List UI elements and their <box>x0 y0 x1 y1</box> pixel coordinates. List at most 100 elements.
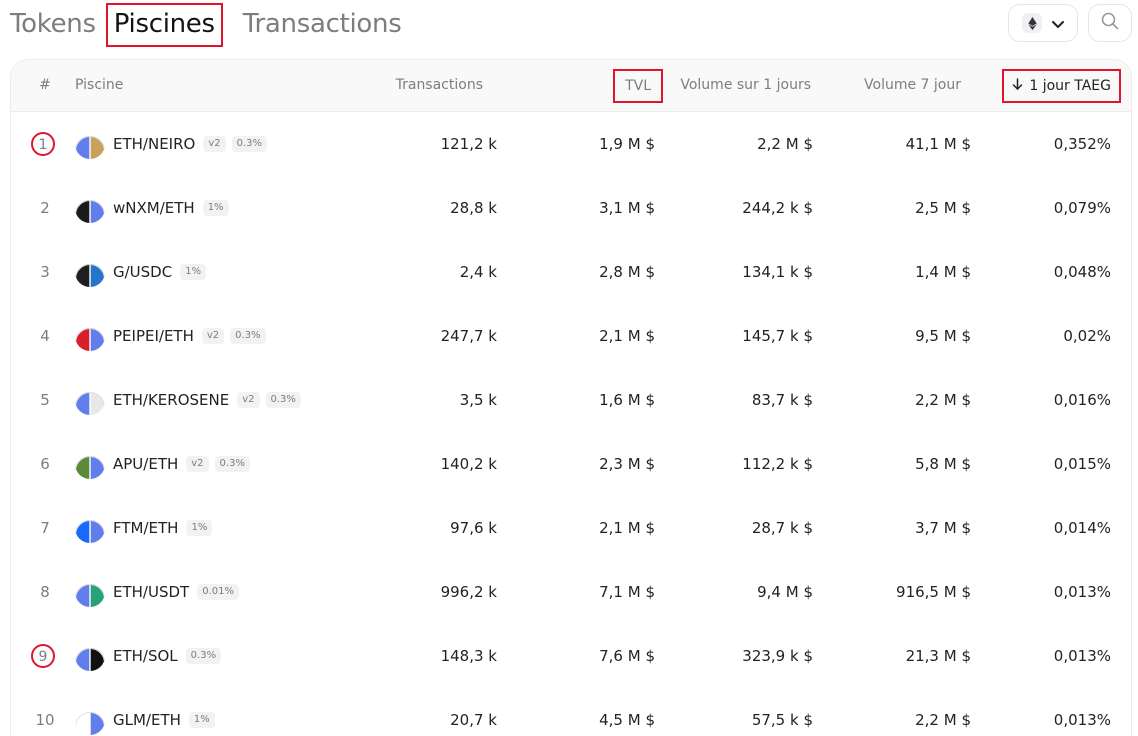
pool-pair-name[interactable]: GLM/ETH <box>113 688 181 736</box>
row-volume-7d: 5,8 M $ <box>915 455 971 473</box>
row-rank: 9 <box>31 644 55 668</box>
table-body: 1 ETH/NEIRO v2 0.3% 121,2 k 1,9 M $ 2,2 M $ 41,… <box>11 112 1131 736</box>
token-pair-icon <box>75 193 105 223</box>
row-volume-1d: 83,7 k $ <box>751 391 813 409</box>
row-volume-1d: 57,5 k $ <box>751 711 813 729</box>
pool-badge: 0.3% <box>231 136 268 152</box>
row-rank: 10 <box>35 711 55 729</box>
table-row[interactable]: 2 wNXM/ETH 1% 28,8 k 3,1 M $ 244,2 k $ 2,5 M $… <box>11 176 1131 240</box>
header-tvl[interactable]: TVL <box>613 69 663 103</box>
table-row[interactable]: 4 PEIPEI/ETH v2 0.3% 247,7 k 2,1 M $ 145,7 k $… <box>11 304 1131 368</box>
table-row[interactable]: 6 APU/ETH v2 0.3% 140,2 k 2,3 M $ 112,2 k $ 5,8… <box>11 432 1131 496</box>
table-row[interactable]: 5 ETH/KEROSENE v2 0.3% 3,5 k 1,6 M $ 83,7 k $ 2… <box>11 368 1131 432</box>
row-transactions: 2,4 k <box>459 263 497 281</box>
pool-pair-name[interactable]: FTM/ETH <box>113 496 178 560</box>
token-pair-icon <box>75 449 105 479</box>
pools-table: # Piscine Transactions TVL Volume sur 1 … <box>10 59 1132 736</box>
row-apr-1d: 0,013% <box>1053 583 1111 601</box>
row-apr-1d: 0,02% <box>1063 327 1111 345</box>
row-tvl: 7,6 M $ <box>599 647 655 665</box>
row-transactions: 247,7 k <box>440 327 497 345</box>
row-transactions: 97,6 k <box>450 519 497 537</box>
token-pair-icon <box>75 577 105 607</box>
row-transactions: 121,2 k <box>440 135 497 153</box>
pool-badge: 1% <box>186 520 213 536</box>
pool-pair-name[interactable]: ETH/KEROSENE <box>113 368 229 432</box>
pool-badge: v2 <box>203 136 226 152</box>
search-button[interactable] <box>1088 4 1132 42</box>
table-row[interactable]: 10 GLM/ETH 1% 20,7 k 4,5 M $ 57,5 k $ 2,2 M $ 0… <box>11 688 1131 736</box>
row-tvl: 4,5 M $ <box>599 711 655 729</box>
row-pool: wNXM/ETH 1% <box>75 176 235 240</box>
row-transactions: 28,8 k <box>450 199 497 217</box>
header-rank: # <box>39 77 51 93</box>
row-pool: PEIPEI/ETH v2 0.3% <box>75 304 272 368</box>
pool-pair-name[interactable]: PEIPEI/ETH <box>113 304 194 368</box>
pool-badge: 1% <box>188 712 215 728</box>
row-volume-7d: 2,2 M $ <box>915 391 971 409</box>
row-pool: ETH/SOL 0.3% <box>75 624 227 688</box>
ethereum-icon <box>1022 13 1042 33</box>
row-volume-7d: 2,5 M $ <box>915 199 971 217</box>
row-tvl: 1,6 M $ <box>599 391 655 409</box>
row-apr-1d: 0,013% <box>1053 647 1111 665</box>
row-transactions: 140,2 k <box>440 455 497 473</box>
pool-pair-name[interactable]: ETH/SOL <box>113 624 178 688</box>
row-tvl: 3,1 M $ <box>599 199 655 217</box>
search-icon <box>1101 12 1119 34</box>
row-apr-1d: 0,352% <box>1053 135 1111 153</box>
table-row[interactable]: 1 ETH/NEIRO v2 0.3% 121,2 k 1,9 M $ 2,2 M $ 41,… <box>11 112 1131 176</box>
row-volume-7d: 1,4 M $ <box>915 263 971 281</box>
row-tvl: 2,1 M $ <box>599 327 655 345</box>
row-rank: 5 <box>40 391 50 409</box>
header-apr-1d[interactable]: 1 jour TAEG <box>1002 69 1121 103</box>
row-tvl: 1,9 M $ <box>599 135 655 153</box>
row-rank: 8 <box>40 583 50 601</box>
row-apr-1d: 0,014% <box>1053 519 1111 537</box>
table-row[interactable]: 3 G/USDC 1% 2,4 k 2,8 M $ 134,1 k $ 1,4 M $ 0,0… <box>11 240 1131 304</box>
row-pool: GLM/ETH 1% <box>75 688 221 736</box>
network-selector[interactable] <box>1008 4 1078 42</box>
row-tvl: 2,8 M $ <box>599 263 655 281</box>
table-row[interactable]: 8 ETH/USDT 0.01% 996,2 k 7,1 M $ 9,4 M $ 916,5… <box>11 560 1131 624</box>
table-row[interactable]: 9 ETH/SOL 0.3% 148,3 k 7,6 M $ 323,9 k $ 21,3 … <box>11 624 1131 688</box>
row-volume-1d: 323,9 k $ <box>742 647 813 665</box>
pool-badge: 1% <box>202 200 229 216</box>
pool-pair-name[interactable]: G/USDC <box>113 240 172 304</box>
row-volume-1d: 134,1 k $ <box>742 263 813 281</box>
row-apr-1d: 0,048% <box>1053 263 1111 281</box>
token-pair-icon <box>75 641 105 671</box>
row-pool: APU/ETH v2 0.3% <box>75 432 256 496</box>
pool-pair-name[interactable]: ETH/USDT <box>113 560 189 624</box>
row-volume-1d: 28,7 k $ <box>751 519 813 537</box>
tab-tokens[interactable]: Tokens <box>10 9 96 39</box>
header-transactions[interactable]: Transactions <box>396 60 483 111</box>
pool-badge: 0.3% <box>185 648 222 664</box>
pool-pair-name[interactable]: wNXM/ETH <box>113 176 195 240</box>
row-pool: ETH/NEIRO v2 0.3% <box>75 112 273 176</box>
row-apr-1d: 0,013% <box>1053 711 1111 729</box>
pool-badge: 1% <box>180 264 207 280</box>
pool-pair-name[interactable]: ETH/NEIRO <box>113 112 195 176</box>
row-volume-7d: 9,5 M $ <box>915 327 971 345</box>
token-pair-icon <box>75 129 105 159</box>
row-pool: G/USDC 1% <box>75 240 212 304</box>
row-transactions: 148,3 k <box>440 647 497 665</box>
row-tvl: 2,1 M $ <box>599 519 655 537</box>
header-volume-1d[interactable]: Volume sur 1 jours <box>680 60 811 111</box>
header-volume-7d[interactable]: Volume 7 jour <box>864 60 961 111</box>
pool-pair-name[interactable]: APU/ETH <box>113 432 178 496</box>
row-pool: ETH/KEROSENE v2 0.3% <box>75 368 307 432</box>
row-volume-7d: 41,1 M $ <box>905 135 971 153</box>
pool-badge: 0.01% <box>197 584 239 600</box>
row-rank: 1 <box>31 132 55 156</box>
row-pool: FTM/ETH 1% <box>75 496 218 560</box>
pool-badge: v2 <box>186 456 209 472</box>
token-pair-icon <box>75 385 105 415</box>
tab-transactions[interactable]: Transactions <box>243 9 402 39</box>
table-row[interactable]: 7 FTM/ETH 1% 97,6 k 2,1 M $ 28,7 k $ 3,7 M $ 0,… <box>11 496 1131 560</box>
pool-badge: 0.3% <box>214 456 250 472</box>
token-pair-icon <box>75 513 105 543</box>
arrow-down-icon <box>1012 71 1023 101</box>
tab-pools[interactable]: Piscines <box>105 3 223 47</box>
